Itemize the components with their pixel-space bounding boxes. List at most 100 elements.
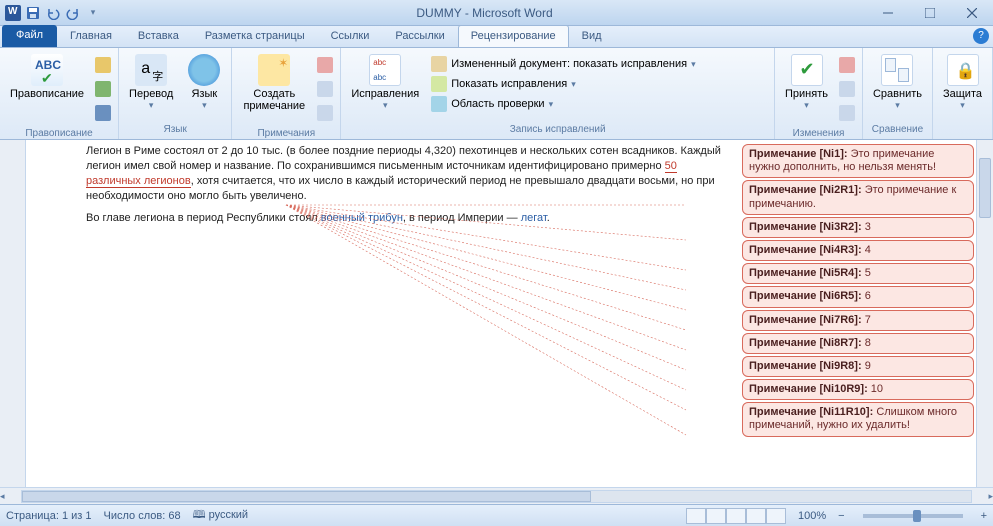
next-comment-icon[interactable] bbox=[314, 102, 336, 124]
status-page[interactable]: Страница: 1 из 1 bbox=[6, 510, 92, 522]
next-change-icon[interactable] bbox=[836, 102, 858, 124]
scrollbar-thumb[interactable] bbox=[979, 158, 991, 218]
scroll-left-icon[interactable]: ◂ bbox=[0, 491, 5, 502]
document-area: Легион в Риме состоял от 2 до 10 тыс. (в… bbox=[0, 140, 993, 487]
compare-button[interactable]: Сравнить▾ bbox=[867, 52, 928, 113]
group-proofing-label: Правописание bbox=[2, 126, 116, 141]
comment-label: Примечание [Ni5R4]: bbox=[749, 267, 865, 279]
protect-button[interactable]: 🔒 Защита▾ bbox=[937, 52, 988, 113]
group-language-label: Язык bbox=[121, 122, 229, 137]
translate-button[interactable]: a字 Перевод▾ bbox=[123, 52, 179, 113]
tab-home[interactable]: Главная bbox=[57, 25, 125, 47]
paragraph-1[interactable]: Легион в Риме состоял от 2 до 10 тыс. (в… bbox=[86, 144, 730, 203]
tab-insert[interactable]: Вставка bbox=[125, 25, 192, 47]
accept-button[interactable]: ✔ Принять▾ bbox=[779, 52, 834, 113]
comment-balloon[interactable]: Примечание [Ni5R4]: 5 bbox=[742, 263, 974, 284]
display-for-review[interactable]: Измененный документ: показать исправлени… bbox=[427, 54, 699, 74]
translate-label: Перевод bbox=[129, 88, 173, 100]
comment-balloon[interactable]: Примечание [Ni7R6]: 7 bbox=[742, 310, 974, 331]
show-markup[interactable]: Показать исправления▾ bbox=[427, 74, 699, 94]
group-protect-label bbox=[935, 122, 990, 137]
comment-balloon[interactable]: Примечание [Ni6R5]: 6 bbox=[742, 286, 974, 307]
view-print-layout[interactable] bbox=[686, 508, 706, 524]
hyperlink[interactable]: легат bbox=[521, 212, 547, 224]
prev-change-icon[interactable] bbox=[836, 78, 858, 100]
zoom-out-icon[interactable]: − bbox=[838, 510, 844, 522]
document-body[interactable]: Легион в Риме состоял от 2 до 10 тыс. (в… bbox=[26, 140, 740, 487]
qat-dropdown-icon[interactable]: ▾ bbox=[84, 4, 102, 22]
zoom-level[interactable]: 100% bbox=[798, 510, 826, 522]
maximize-button[interactable] bbox=[909, 0, 951, 26]
tab-references[interactable]: Ссылки bbox=[318, 25, 383, 47]
group-proofing: ABC✔ Правописание Правописание bbox=[0, 48, 119, 139]
undo-icon[interactable] bbox=[44, 4, 62, 22]
tab-layout[interactable]: Разметка страницы bbox=[192, 25, 318, 47]
text-run: . bbox=[547, 212, 550, 224]
zoom-slider[interactable] bbox=[863, 514, 963, 518]
status-wordcount[interactable]: Число слов: 68 bbox=[104, 510, 181, 522]
group-changes-label: Изменения bbox=[777, 126, 860, 141]
comment-balloon[interactable]: Примечание [Ni3R2]: 3 bbox=[742, 217, 974, 238]
redo-icon[interactable] bbox=[64, 4, 82, 22]
view-outline[interactable] bbox=[746, 508, 766, 524]
spelling-button[interactable]: ABC✔ Правописание bbox=[4, 52, 90, 102]
view-draft[interactable] bbox=[766, 508, 786, 524]
track-changes-button[interactable]: abcabc Исправления▾ bbox=[345, 52, 425, 113]
status-language[interactable]: 🕮 русский bbox=[193, 506, 249, 525]
comments-pane: Примечание [Ni1]: Это примечание нужно д… bbox=[740, 140, 976, 487]
comment-text: 8 bbox=[865, 337, 871, 349]
tab-view[interactable]: Вид bbox=[569, 25, 615, 47]
prev-comment-icon[interactable] bbox=[314, 78, 336, 100]
language-button[interactable]: Язык▾ bbox=[181, 52, 227, 113]
hyperlink[interactable]: военный трибун bbox=[321, 212, 403, 224]
comment-balloon[interactable]: Примечание [Ni4R3]: 4 bbox=[742, 240, 974, 261]
group-compare-label: Сравнение bbox=[865, 122, 930, 137]
horizontal-scrollbar[interactable]: ◂ ▸ bbox=[0, 487, 993, 504]
comment-text: 6 bbox=[865, 290, 871, 302]
comment-label: Примечание [Ni3R2]: bbox=[749, 221, 865, 233]
comment-balloon[interactable]: Примечание [Ni11R10]: Слишком много прим… bbox=[742, 402, 974, 436]
comment-balloon[interactable]: Примечание [Ni2R1]: Это примечание к при… bbox=[742, 180, 974, 214]
comment-balloon[interactable]: Примечание [Ni1]: Это примечание нужно д… bbox=[742, 144, 974, 178]
ribbon: ABC✔ Правописание Правописание a字 Перево… bbox=[0, 48, 993, 140]
help-icon[interactable]: ? bbox=[973, 28, 989, 44]
delete-comment-icon[interactable] bbox=[314, 54, 336, 76]
display-for-review-label: Измененный документ: показать исправлени… bbox=[451, 58, 687, 70]
reviewing-pane-label: Область проверки bbox=[451, 98, 544, 110]
vertical-scrollbar[interactable] bbox=[976, 140, 993, 487]
paragraph-2[interactable]: Во главе легиона в период Республики сто… bbox=[86, 211, 730, 226]
group-comments-label: Примечания bbox=[234, 126, 338, 141]
new-comment-button[interactable]: ✶ Создать примечание bbox=[236, 52, 312, 114]
reject-icon[interactable] bbox=[836, 54, 858, 76]
research-icon[interactable] bbox=[92, 54, 114, 76]
language-label: Язык bbox=[191, 88, 217, 100]
comment-balloon[interactable]: Примечание [Ni10R9]: 10 bbox=[742, 379, 974, 400]
group-comments: ✶ Создать примечание Примечания bbox=[232, 48, 341, 139]
view-buttons bbox=[686, 508, 786, 524]
thesaurus-icon[interactable] bbox=[92, 78, 114, 100]
group-changes: ✔ Принять▾ Изменения bbox=[775, 48, 863, 139]
hscroll-thumb[interactable] bbox=[22, 491, 592, 502]
wordcount-icon[interactable] bbox=[92, 102, 114, 124]
comment-balloon[interactable]: Примечание [Ni9R8]: 9 bbox=[742, 356, 974, 377]
tab-file[interactable]: Файл bbox=[2, 25, 57, 47]
minimize-button[interactable] bbox=[867, 0, 909, 26]
vertical-ruler bbox=[0, 140, 26, 487]
comment-label: Примечание [Ni10R9]: bbox=[749, 383, 871, 395]
tab-mailings[interactable]: Рассылки bbox=[382, 25, 457, 47]
comment-text: 10 bbox=[871, 383, 883, 395]
save-icon[interactable] bbox=[24, 4, 42, 22]
comment-label: Примечание [Ni11R10]: bbox=[749, 406, 876, 418]
hscroll-track[interactable] bbox=[21, 490, 973, 503]
reviewing-pane[interactable]: Область проверки▾ bbox=[427, 94, 699, 114]
close-button[interactable] bbox=[951, 0, 993, 26]
app-icon[interactable] bbox=[4, 4, 22, 22]
view-full-screen[interactable] bbox=[706, 508, 726, 524]
compare-label: Сравнить bbox=[873, 88, 922, 100]
zoom-in-icon[interactable]: + bbox=[981, 510, 987, 522]
scroll-right-icon[interactable]: ▸ bbox=[988, 491, 993, 502]
group-tracking: abcabc Исправления▾ Измененный документ:… bbox=[341, 48, 775, 139]
view-web-layout[interactable] bbox=[726, 508, 746, 524]
comment-balloon[interactable]: Примечание [Ni8R7]: 8 bbox=[742, 333, 974, 354]
tab-review[interactable]: Рецензирование bbox=[458, 25, 569, 47]
